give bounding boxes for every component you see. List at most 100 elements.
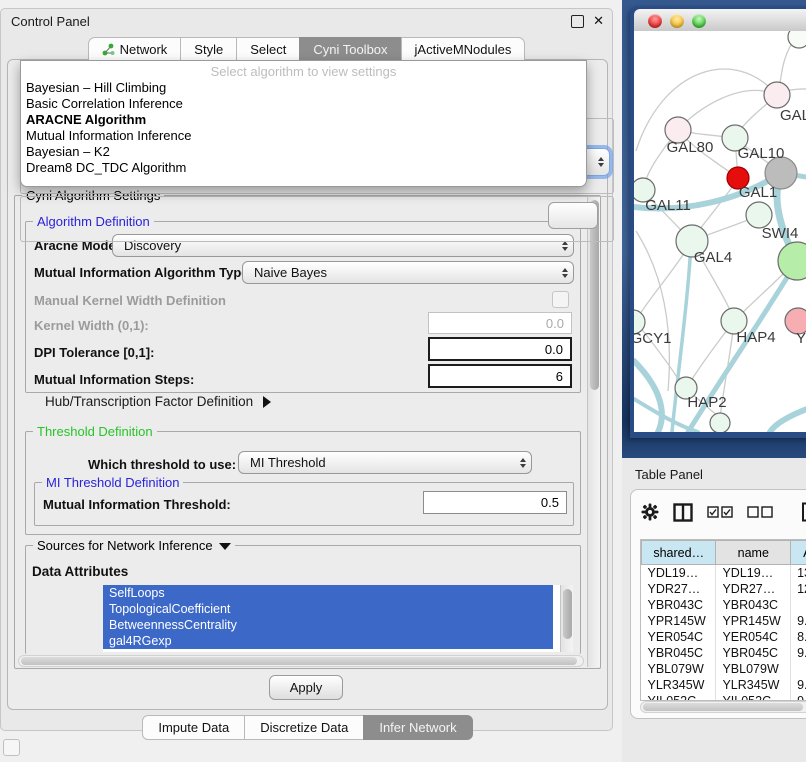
data-attribute-item[interactable]: TopologicalCoefficient bbox=[103, 601, 553, 617]
algorithm-option[interactable]: Mutual Information Inference bbox=[21, 128, 586, 144]
settings-horizontal-scrollbar[interactable] bbox=[18, 655, 584, 667]
column-header-shared-name[interactable]: shared… bbox=[642, 541, 716, 565]
tab-network[interactable]: Network bbox=[88, 37, 182, 62]
float-window-icon[interactable] bbox=[571, 15, 584, 28]
network-window-titlebar bbox=[634, 9, 806, 32]
network-desktop: GAL GAL80 GAL10 GAL1 GAL11 SWI4 GAL4 GCY… bbox=[622, 0, 806, 458]
which-threshold-label: Which threshold to use: bbox=[88, 457, 236, 472]
deselect-all-checkboxes-icon[interactable] bbox=[747, 506, 773, 518]
mi-algorithm-type-combo[interactable]: Naive Bayes bbox=[242, 261, 574, 284]
tab-label: Infer Network bbox=[379, 720, 456, 735]
scrollbar-thumb[interactable] bbox=[563, 589, 572, 639]
data-attribute-item[interactable]: BetweennessCentrality bbox=[103, 617, 553, 633]
control-panel-tabs: Network Style Select Cyni Toolbox jActiv… bbox=[1, 37, 612, 62]
which-threshold-combo[interactable]: MI Threshold bbox=[238, 451, 532, 474]
minimize-window-icon[interactable] bbox=[670, 14, 684, 28]
scrollbar-thumb[interactable] bbox=[643, 703, 803, 711]
table-row[interactable]: YBR043CYBR043C bbox=[642, 597, 806, 613]
algorithm-dropdown-popup: Select algorithm to view settings Bayesi… bbox=[20, 60, 587, 187]
table-cell bbox=[791, 661, 806, 677]
collapse-arrow-icon[interactable] bbox=[219, 543, 231, 550]
tab-label: Select bbox=[250, 42, 286, 57]
expand-arrow-icon[interactable] bbox=[263, 396, 271, 408]
tab-select[interactable]: Select bbox=[236, 37, 300, 62]
dpi-tolerance-value: 0.0 bbox=[545, 342, 563, 357]
combo-arrows-icon bbox=[562, 268, 568, 278]
tab-label: Discretize Data bbox=[260, 720, 348, 735]
tab-style[interactable]: Style bbox=[180, 37, 237, 62]
node-label: HAP4 bbox=[736, 329, 775, 346]
algorithm-option[interactable]: Bayesian – K2 bbox=[21, 144, 586, 160]
table-row[interactable]: YLR345WYLR345W9. bbox=[642, 677, 806, 693]
new-table-icon[interactable] bbox=[801, 502, 806, 522]
table-row[interactable]: YBR045CYBR045C9. bbox=[642, 645, 806, 661]
table-row[interactable]: YDR27…YDR27…12 bbox=[642, 581, 806, 597]
tab-discretize-data[interactable]: Discretize Data bbox=[244, 715, 364, 740]
network-canvas[interactable]: GAL GAL80 GAL10 GAL1 GAL11 SWI4 GAL4 GCY… bbox=[634, 31, 806, 432]
select-all-checkboxes-icon[interactable] bbox=[707, 506, 733, 518]
node-table-grid: shared… name A YDL19…YDL19…13YDR27…YDR27… bbox=[641, 540, 806, 701]
mi-threshold-input[interactable]: 0.5 bbox=[423, 491, 567, 514]
panel-corner-icon[interactable] bbox=[3, 739, 20, 756]
table-row[interactable]: YPR145WYPR145W9. bbox=[642, 613, 806, 629]
cyni-toolbox-content: Select algorithm to view settings Bayesi… bbox=[7, 59, 608, 710]
dpi-tolerance-label: DPI Tolerance [0,1]: bbox=[34, 345, 154, 360]
mi-steps-input[interactable]: 6 bbox=[428, 364, 572, 388]
tab-impute-data[interactable]: Impute Data bbox=[142, 715, 245, 740]
tab-jactivemnodules[interactable]: jActiveMNodules bbox=[401, 37, 526, 62]
gear-icon[interactable] bbox=[641, 503, 659, 521]
table-row[interactable]: YER054CYER054C8. bbox=[642, 629, 806, 645]
data-attribute-item[interactable]: gal4RGexp bbox=[103, 633, 553, 649]
mi-threshold-value: 0.5 bbox=[541, 495, 559, 510]
which-threshold-value: MI Threshold bbox=[250, 455, 326, 470]
table-toolbar bbox=[641, 502, 806, 522]
column-header-third[interactable]: A bbox=[791, 541, 806, 565]
table-row[interactable]: YIL052CYIL052C9 bbox=[642, 693, 806, 701]
hub-definition-section[interactable]: Hub/Transcription Factor Definition bbox=[45, 394, 271, 409]
table-row[interactable]: YBL079WYBL079W bbox=[642, 661, 806, 677]
table-cell: YER054C bbox=[716, 629, 791, 645]
algorithm-option[interactable]: Bayesian – Hill Climbing bbox=[21, 80, 586, 96]
close-icon[interactable]: ✕ bbox=[593, 13, 604, 29]
sources-group-title[interactable]: Sources for Network Inference bbox=[33, 538, 235, 553]
table-panel: shared… name A YDL19…YDL19…13YDR27…YDR27… bbox=[630, 489, 806, 719]
kernel-width-input[interactable]: 0.0 bbox=[428, 312, 572, 334]
data-attribute-item[interactable]: SelfLoops bbox=[103, 585, 553, 601]
table-row[interactable]: YDL19…YDL19…13 bbox=[642, 565, 806, 582]
columns-icon[interactable] bbox=[673, 503, 693, 522]
table-panel-title: Table Panel bbox=[635, 467, 703, 482]
node-label: SWI4 bbox=[762, 225, 799, 242]
table-cell: YPR145W bbox=[642, 613, 716, 629]
table-cell: YIL052C bbox=[716, 693, 791, 701]
zoom-window-icon[interactable] bbox=[692, 14, 706, 28]
network-node[interactable] bbox=[710, 413, 730, 432]
manual-kernel-width-checkbox[interactable] bbox=[552, 291, 569, 308]
algorithm-option[interactable]: ARACNE Algorithm bbox=[21, 112, 586, 128]
table-data-combo[interactable] bbox=[548, 202, 598, 229]
mi-type-value: Naive Bayes bbox=[254, 265, 327, 280]
dpi-tolerance-input[interactable]: 0.0 bbox=[428, 337, 572, 361]
algorithm-option[interactable]: Basic Correlation Inference bbox=[21, 96, 586, 112]
table-cell: YLR345W bbox=[642, 677, 716, 693]
combo-arrows-icon bbox=[562, 241, 568, 251]
table-cell: 9. bbox=[791, 645, 806, 661]
list-vertical-scrollbar[interactable] bbox=[560, 585, 573, 652]
hub-definition-label: Hub/Transcription Factor Definition bbox=[45, 394, 253, 409]
algorithm-option[interactable]: Dream8 DC_TDC Algorithm bbox=[21, 160, 586, 176]
column-header-name[interactable]: name bbox=[716, 541, 791, 565]
mi-steps-value: 6 bbox=[556, 369, 563, 384]
algorithm-definition-group: Algorithm Definition Aracne Mode: Discov… bbox=[25, 221, 581, 393]
kernel-width-label: Kernel Width (0,1): bbox=[34, 318, 149, 333]
table-horizontal-scrollbar[interactable] bbox=[640, 701, 806, 713]
node-label: GAL80 bbox=[667, 139, 714, 156]
apply-button[interactable]: Apply bbox=[269, 675, 343, 700]
table-cell: YLR345W bbox=[716, 677, 791, 693]
settings-vertical-scrollbar[interactable] bbox=[587, 197, 600, 667]
scrollbar-thumb[interactable] bbox=[21, 657, 577, 665]
tab-infer-network[interactable]: Infer Network bbox=[363, 715, 472, 740]
tab-label: Impute Data bbox=[158, 720, 229, 735]
tab-cyni-toolbox[interactable]: Cyni Toolbox bbox=[299, 37, 401, 62]
node-label: GAL11 bbox=[645, 197, 691, 214]
close-window-icon[interactable] bbox=[648, 14, 662, 28]
network-node-gal2[interactable] bbox=[764, 82, 790, 108]
